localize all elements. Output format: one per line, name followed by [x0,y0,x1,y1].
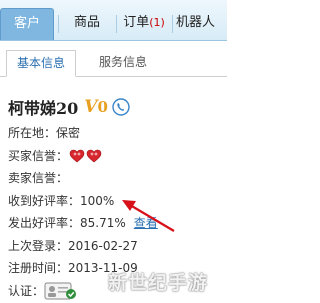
sub-tabs: 基本信息 服务信息 [0,41,227,77]
buyer-credit-row: 买家信誉： [8,145,223,168]
tab-products[interactable]: 商品 [60,8,114,40]
tab-service-info-label: 服务信息 [98,55,147,69]
tab-basic-info[interactable]: 基本信息 [6,50,76,77]
buyer-credit-label: 买家信誉： [8,148,69,163]
tab-customer[interactable]: 客户 [0,8,54,40]
register-label: 注册时间： [8,261,69,276]
watermark-text: 新世纪手游 [108,272,209,294]
tab-basic-info-label: 基本信息 [16,56,65,70]
verify-label: 认证： [8,283,45,298]
vip-badge-v: V [84,97,98,117]
tab-robot[interactable]: 机器人 [176,8,236,40]
top-nav: 客户 商品 订单(1) 机器人 [0,0,227,41]
tab-customer-label: 客户 [13,16,40,31]
order-count-badge: (1) [149,16,165,29]
heart-icon [86,149,102,163]
last-login-row: 上次登录： 2016-02-27 [8,235,223,258]
phone-icon[interactable] [112,98,130,116]
tab-divider [172,15,173,33]
received-rate-label: 收到好评率： [8,193,81,208]
received-rate-value: 100% [80,193,115,208]
location-value: 保密 [56,126,81,141]
name-row: 柯带娣20 V0 [8,92,223,122]
seller-credit-label: 卖家信誉： [8,171,69,186]
last-login-value: 2016-02-27 [68,238,138,253]
given-rate-row: 发出好评率： 85.71% 查看 [8,212,223,235]
heart-icon [69,149,85,163]
buyer-credit-hearts [69,149,102,163]
annotation-arrow-icon [122,200,175,232]
seller-credit-row: 卖家信誉： [8,167,223,190]
received-rate-row: 收到好评率： 100% [8,190,223,213]
vip-level: 0 [97,98,108,116]
tab-products-label: 商品 [73,15,100,30]
tab-divider [58,15,59,33]
customer-name: 柯带娣20 [8,99,79,118]
tab-orders-label: 订单 [123,15,150,30]
tab-service-info[interactable]: 服务信息 [88,50,158,77]
tab-robot-label: 机器人 [176,15,216,30]
last-login-label: 上次登录： [8,238,69,253]
verified-badge-icon[interactable] [44,282,78,300]
given-rate-label: 发出好评率： [8,216,81,231]
location-row: 所在地： 保密 [8,122,223,145]
location-label: 所在地： [8,126,57,141]
tab-orders[interactable]: 订单(1) [118,8,170,40]
tab-divider [116,15,117,33]
